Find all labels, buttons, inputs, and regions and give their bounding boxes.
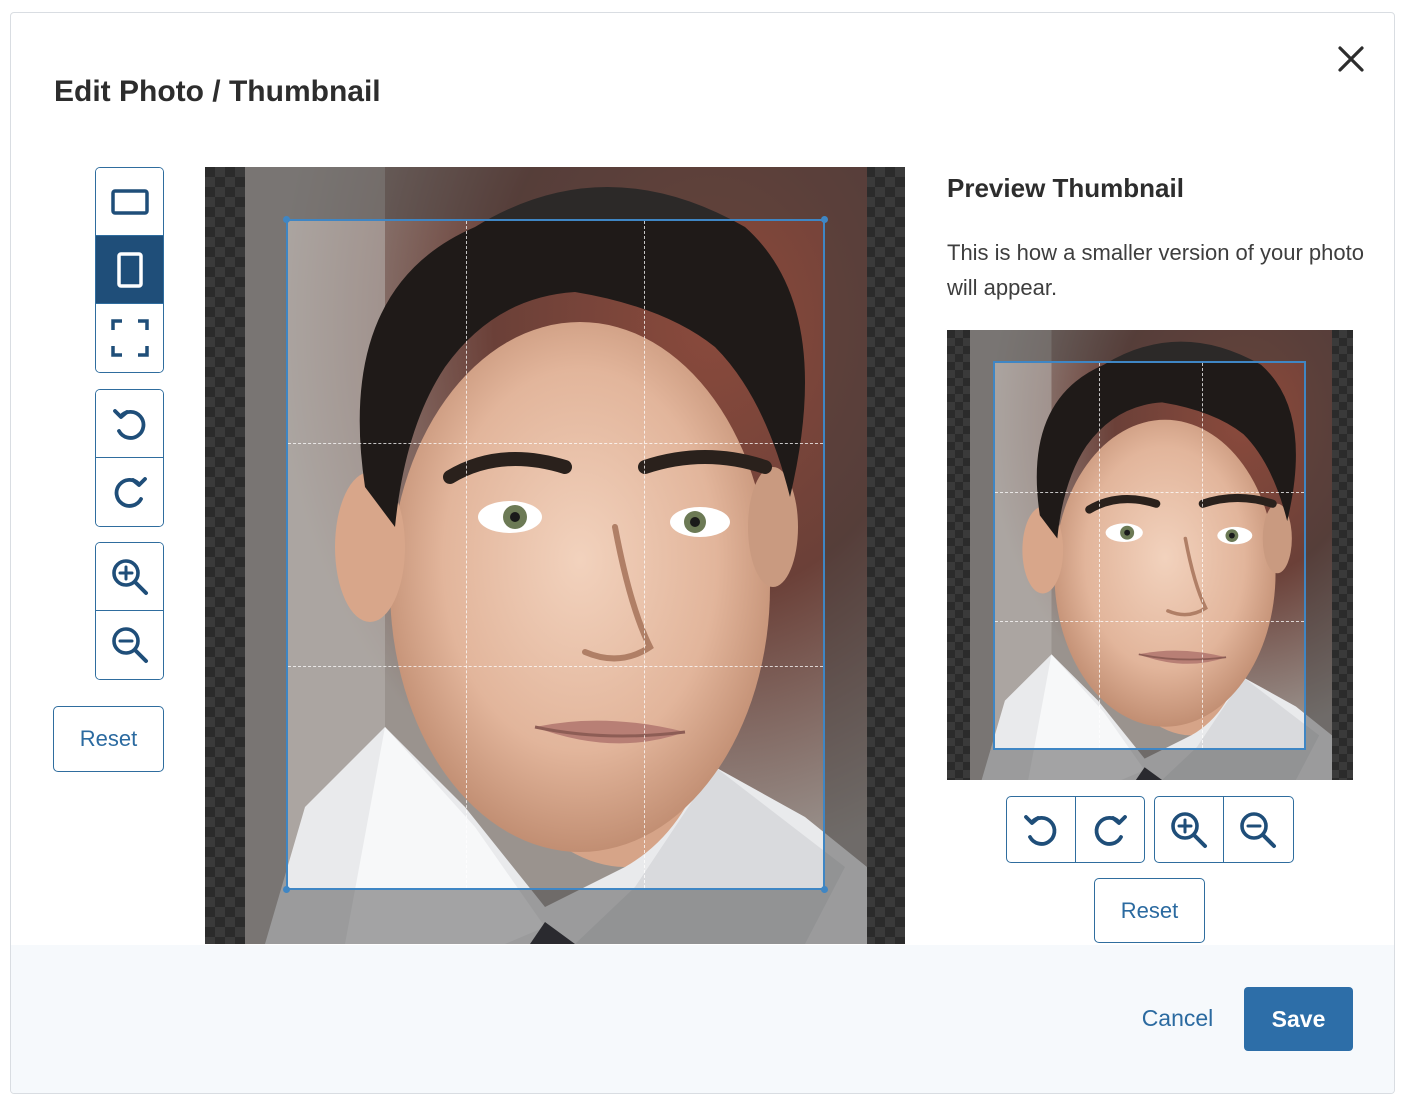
crop-handle-bottom-left[interactable]: [283, 886, 290, 893]
preview-overlay-top: [970, 330, 1332, 361]
preview-description: This is how a smaller version of your ph…: [947, 240, 1364, 300]
rotate-right-icon: [1094, 814, 1127, 846]
portrait-crop-icon: [116, 251, 143, 288]
crop-grid-line: [288, 666, 823, 667]
close-icon: [1338, 46, 1364, 72]
crop-grid-line: [288, 443, 823, 444]
zoom-in-icon: [111, 558, 148, 595]
landscape-crop-icon: [110, 188, 149, 215]
dialog-title: Edit Photo / Thumbnail: [54, 75, 381, 108]
zoom-out-button[interactable]: [96, 611, 163, 679]
crop-grid-line: [466, 221, 467, 888]
rotate-left-icon: [1024, 814, 1057, 846]
zoom-in-icon: [1171, 811, 1207, 848]
preview-overlay-left: [970, 361, 994, 749]
preview-grid-line: [1099, 363, 1100, 748]
rotate-toolbar: [95, 389, 164, 527]
free-crop-button[interactable]: [96, 304, 163, 372]
zoom-toolbar: [95, 542, 164, 680]
crop-handle-bottom-right[interactable]: [821, 886, 828, 893]
preview-overlay-right: [1306, 361, 1332, 749]
rotate-right-icon: [114, 477, 147, 508]
crop-box[interactable]: [283, 216, 828, 893]
preview-zoom-group: [1154, 796, 1294, 863]
preview-title: Preview Thumbnail: [947, 173, 1184, 203]
reset-button[interactable]: Reset: [53, 706, 164, 772]
crop-handle-top-left[interactable]: [283, 216, 290, 223]
aspect-ratio-toolbar: [95, 167, 164, 373]
free-crop-icon: [110, 319, 149, 357]
preview-grid-line: [995, 492, 1304, 493]
crop-overlay-right: [824, 219, 867, 889]
zoom-out-icon: [1239, 811, 1276, 848]
crop-overlay-bottom: [245, 889, 867, 944]
preview-grid-line: [995, 621, 1304, 622]
crop-canvas[interactable]: [205, 167, 905, 944]
zoom-in-button[interactable]: [96, 543, 163, 611]
rotate-left-icon: [112, 408, 145, 440]
crop-overlay-left: [245, 219, 286, 889]
preview-rotate-group: [1006, 796, 1145, 863]
preview-crop-box[interactable]: [993, 361, 1306, 750]
crop-handle-top-right[interactable]: [821, 216, 828, 223]
crop-grid-line: [644, 221, 645, 888]
preview-rotate-left-button[interactable]: [1007, 797, 1075, 862]
preview-thumbnail[interactable]: [947, 330, 1353, 780]
crop-overlay-top: [245, 167, 867, 219]
preview-zoom-out-button[interactable]: [1223, 797, 1291, 862]
preview-overlay-bottom: [970, 749, 1332, 780]
rotate-right-button[interactable]: [96, 458, 163, 526]
preview-grid-line: [1202, 363, 1203, 748]
preview-rotate-right-button[interactable]: [1075, 797, 1143, 862]
close-button[interactable]: [1329, 37, 1373, 81]
rotate-left-button[interactable]: [96, 390, 163, 458]
landscape-crop-button[interactable]: [96, 168, 163, 236]
save-button[interactable]: Save: [1244, 987, 1353, 1051]
preview-zoom-in-button[interactable]: [1155, 797, 1223, 862]
cancel-button[interactable]: Cancel: [1129, 985, 1226, 1051]
portrait-crop-button[interactable]: [96, 236, 163, 304]
preview-reset-button[interactable]: Reset: [1094, 878, 1205, 943]
edit-photo-dialog: Edit Photo / Thumbnail Reset Preview Thu…: [10, 12, 1395, 1094]
zoom-out-icon: [111, 627, 148, 663]
